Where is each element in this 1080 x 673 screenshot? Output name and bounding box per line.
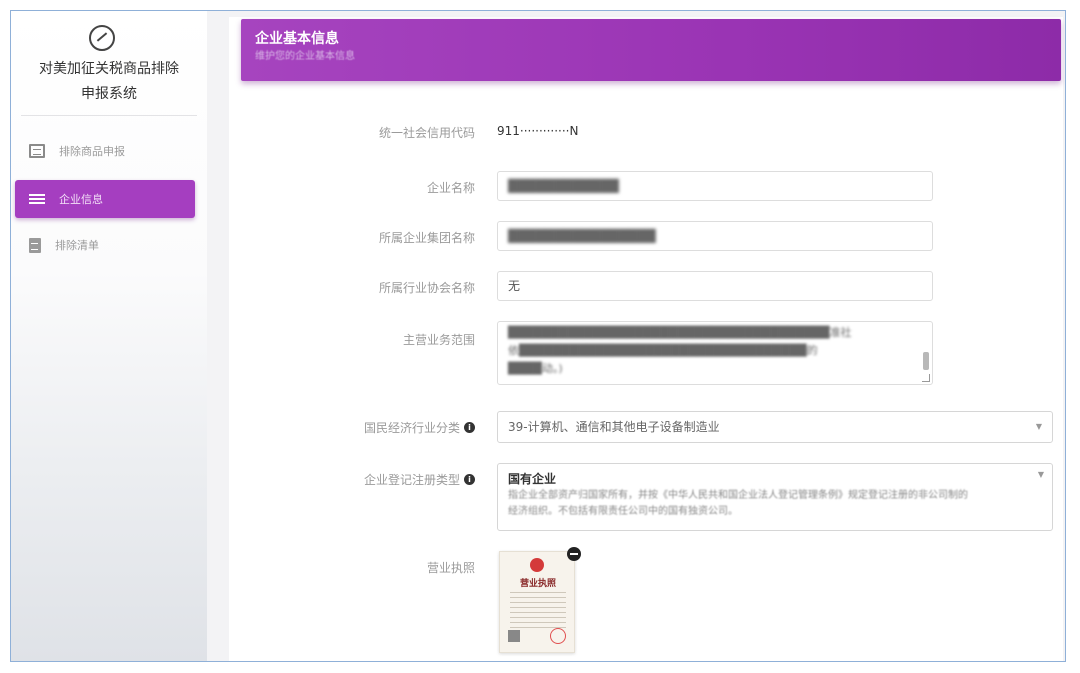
- official-seal-icon: [550, 628, 566, 644]
- app-title-line1: 对美加征关税商品排除: [39, 61, 179, 77]
- main-card: 企业基本信息 维护您的企业基本信息 统一社会信用代码 911··········…: [229, 17, 1063, 661]
- app-title-line2: 申报系统: [81, 86, 137, 102]
- group-name-label: 所属企业集团名称: [378, 231, 475, 245]
- industry-label-text: 国民经济行业分类: [363, 421, 460, 435]
- business-scope-textarea[interactable]: ██████████████████████████████████████准社…: [497, 321, 933, 385]
- scrollbar-thumb[interactable]: [923, 352, 929, 370]
- business-license-thumbnail[interactable]: 营业执照: [499, 551, 575, 653]
- document-icon: [29, 237, 41, 253]
- sidebar: 对美加征关税商品排除 申报系统 排除商品申报 企业信息 排除清单: [11, 11, 207, 661]
- license-document-title: 营业执照: [519, 579, 556, 589]
- sidebar-item-company-info[interactable]: 企业信息: [15, 180, 195, 218]
- industry-label: 国民经济行业分类 i: [364, 419, 475, 436]
- business-scope-line: ████动。): [508, 362, 563, 375]
- card-header: 企业基本信息 维护您的企业基本信息: [241, 19, 1061, 81]
- company-name-input[interactable]: ████████████: [497, 171, 933, 201]
- business-scope-line: 依██████████████████████████████████的: [508, 344, 818, 357]
- form-row-group-name: 所属企业集团名称 ████████████████: [229, 221, 1063, 251]
- sidebar-divider: [21, 115, 197, 116]
- sidebar-item-exclusion-list[interactable]: 排除清单: [15, 226, 195, 264]
- business-scope-label: 主营业务范围: [402, 333, 475, 347]
- sidebar-item-product-declaration[interactable]: 排除商品申报: [15, 132, 195, 170]
- caret-down-icon: ▼: [1037, 470, 1044, 479]
- form-row-business-license: 营业执照 营业执照: [229, 547, 1063, 657]
- association-label: 所属行业协会名称: [378, 281, 475, 295]
- qr-code-icon: [508, 630, 520, 642]
- national-emblem-icon: [530, 558, 544, 572]
- association-value: 无: [508, 279, 521, 293]
- info-icon[interactable]: i: [464, 474, 475, 485]
- sidebar-item-label: 排除商品申报: [59, 145, 125, 158]
- app-title: 对美加征关税商品排除 申报系统: [21, 57, 197, 107]
- group-name-value: ████████████████: [508, 229, 656, 243]
- company-name-value: ████████████: [508, 179, 619, 193]
- license-text-lines: [510, 592, 566, 632]
- card-title: 企业基本信息: [255, 31, 339, 47]
- sliders-icon: [29, 192, 45, 206]
- list-icon: [29, 144, 45, 158]
- credit-code-value: 911·············N: [497, 124, 579, 138]
- app-window: 对美加征关税商品排除 申报系统 排除商品申报 企业信息 排除清单 企业基本信息 …: [10, 10, 1066, 662]
- group-name-input[interactable]: ████████████████: [497, 221, 933, 251]
- remove-license-button[interactable]: [567, 547, 581, 561]
- registration-type-selected-value: 国有企业: [508, 472, 557, 486]
- logo-icon: [89, 25, 115, 51]
- form-row-business-scope: 主营业务范围 █████████████████████████████████…: [229, 321, 1063, 387]
- form-row-registration-type: 企业登记注册类型 i 国有企业 指企业全部资产归国家所有，并按《中华人民共和国企…: [229, 463, 1063, 531]
- form-row-company-name: 企业名称 ████████████: [229, 171, 1063, 201]
- card-subtitle: 维护您的企业基本信息: [255, 51, 355, 62]
- industry-select[interactable]: 39-计算机、通信和其他电子设备制造业 ▼: [497, 411, 1053, 443]
- business-scope-line: ██████████████████████████████████████准社: [508, 326, 852, 339]
- credit-code-label: 统一社会信用代码: [378, 126, 475, 140]
- form-row-credit-code: 统一社会信用代码 911·············N: [229, 121, 1063, 141]
- registration-type-label-text: 企业登记注册类型: [363, 473, 460, 487]
- registration-type-description: 经济组织。不包括有限责任公司中的国有独资公司。: [508, 506, 738, 517]
- company-name-label: 企业名称: [426, 181, 475, 195]
- form-row-industry: 国民经济行业分类 i 39-计算机、通信和其他电子设备制造业 ▼: [229, 411, 1063, 443]
- info-icon[interactable]: i: [464, 422, 475, 433]
- sidebar-item-label: 企业信息: [59, 193, 103, 206]
- registration-type-label: 企业登记注册类型 i: [364, 471, 475, 488]
- association-input[interactable]: 无: [497, 271, 933, 301]
- caret-down-icon: ▼: [1035, 422, 1042, 431]
- form-row-association: 所属行业协会名称 无: [229, 271, 1063, 301]
- sidebar-item-label: 排除清单: [55, 239, 99, 252]
- registration-type-description: 指企业全部资产归国家所有，并按《中华人民共和国企业法人登记管理条例》规定登记注册…: [508, 490, 968, 501]
- resize-handle-icon[interactable]: [922, 374, 930, 382]
- business-license-label: 营业执照: [426, 561, 475, 575]
- registration-type-select[interactable]: 国有企业 指企业全部资产归国家所有，并按《中华人民共和国企业法人登记管理条例》规…: [497, 463, 1053, 531]
- industry-selected-value: 39-计算机、通信和其他电子设备制造业: [508, 420, 720, 434]
